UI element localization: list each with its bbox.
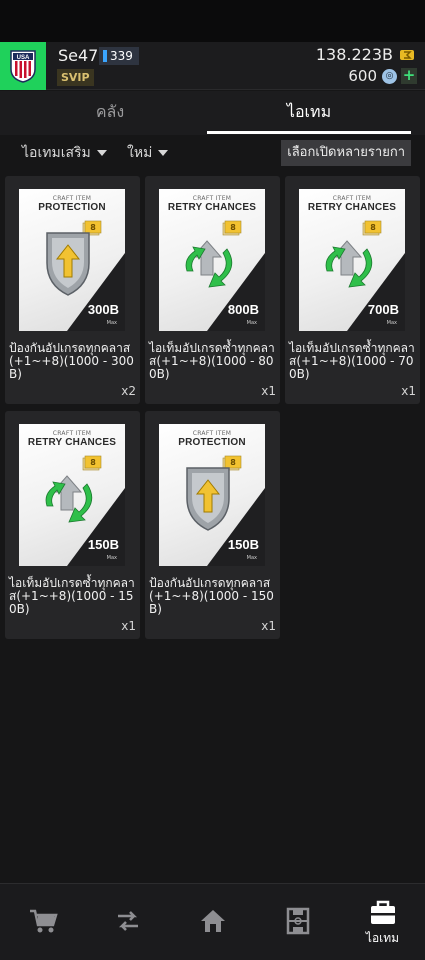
item-name: ป้องกันอัปเกรดทุกคลาส(+1~+8)(1000 - 150B… [149, 576, 274, 616]
tier-label: 8 [370, 223, 376, 232]
card-max-label: Max [246, 320, 257, 326]
caret-down-icon [96, 150, 107, 156]
level-value: 339 [110, 49, 133, 63]
item-card[interactable]: CRAFT ITEM RETRY CHANCES 8 150B Max ไอเท… [5, 411, 140, 639]
item-name: ไอเท็มอัปเกรดซ้ำทุกคลาส(+1~+8)(1000 - 70… [289, 341, 415, 381]
category-dropdown-label: ไอเทมเสริม [22, 145, 91, 161]
item-quantity: x1 [121, 619, 136, 633]
card-craft-label: CRAFT ITEM [52, 195, 92, 202]
add-points-button[interactable]: + [401, 68, 417, 84]
card-value: 800B [227, 302, 259, 317]
points-balance: 600 [348, 67, 377, 85]
card-max-label: Max [106, 320, 117, 326]
item-card[interactable]: CRAFT ITEM PROTECTION 8 300B Max ป้องกัน… [5, 176, 140, 404]
card-craft-label: CRAFT ITEM [332, 195, 372, 202]
card-max-label: Max [386, 320, 397, 326]
bottom-navigation: ไอเทม [0, 883, 425, 960]
item-card[interactable]: CRAFT ITEM RETRY CHANCES 8 700B Max ไอเท… [285, 176, 420, 404]
tier-label: 8 [90, 223, 96, 232]
bag-icon [370, 900, 395, 924]
retry-arrows-icon: 8 [45, 455, 102, 523]
tab-storage[interactable]: คลัง [10, 91, 210, 135]
card-value: 300B [87, 302, 119, 317]
item-card[interactable]: CRAFT ITEM RETRY CHANCES 8 800B Max ไอเท… [145, 176, 280, 404]
item-quantity: x1 [261, 619, 276, 633]
card-title: RETRY CHANCES [167, 202, 257, 213]
craft-card: CRAFT ITEM PROTECTION 8 300B Max [19, 189, 125, 331]
card-craft-label: CRAFT ITEM [192, 430, 232, 437]
card-title: PROTECTION [178, 437, 246, 448]
username: Se47 [58, 46, 99, 65]
status-bar [0, 0, 425, 42]
item-name: ป้องกันอัปเกรดทุกคลาส(+1~+8)(1000 - 300B… [9, 341, 134, 381]
cart-icon [29, 909, 58, 933]
tier-label: 8 [230, 458, 236, 467]
profile-header: USA Se47 339 SVIP 138.223B 600 ◎ + [0, 42, 425, 90]
card-title: RETRY CHANCES [27, 437, 117, 448]
caret-down-icon [158, 150, 169, 156]
item-quantity: x1 [261, 384, 276, 398]
shield-icon: 8 [46, 220, 102, 296]
svg-text:USA: USA [17, 55, 30, 61]
card-craft-label: CRAFT ITEM [192, 195, 232, 202]
craft-card: CRAFT ITEM PROTECTION 8 150B Max [159, 424, 265, 566]
card-craft-label: CRAFT ITEM [52, 430, 92, 437]
team-badge[interactable]: USA [0, 42, 46, 90]
tier-label: 8 [230, 223, 236, 232]
item-name: ไอเท็มอัปเกรดซ้ำทุกคลาส(+1~+8)(1000 - 80… [149, 341, 275, 381]
tab-active-indicator [207, 131, 411, 134]
craft-card: CRAFT ITEM RETRY CHANCES 8 800B Max [159, 189, 265, 331]
item-name: ไอเท็มอัปเกรดซ้ำทุกคลาส(+1~+8)(1000 - 15… [9, 576, 135, 616]
usa-crest-icon: USA [10, 50, 36, 83]
coins-balance: 138.223B [315, 45, 393, 64]
level-badge: 339 [99, 47, 139, 65]
card-max-label: Max [246, 555, 257, 561]
item-card[interactable]: CRAFT ITEM PROTECTION 8 150B Max ป้องกัน… [145, 411, 280, 639]
retry-arrows-icon: 8 [325, 220, 382, 288]
card-max-label: Max [106, 555, 117, 561]
item-quantity: x2 [121, 384, 136, 398]
tab-bar: คลัง ไอเทม [0, 91, 425, 135]
filter-bar: ไอเทมเสริม ใหม่ เลือกเปิดหลายรายกา [0, 135, 425, 171]
item-quantity: x1 [401, 384, 416, 398]
tab-items[interactable]: ไอเทม [209, 91, 409, 135]
card-value: 700B [367, 302, 399, 317]
nav-shop[interactable] [0, 884, 85, 960]
level-bar-icon [103, 50, 107, 62]
multi-open-button[interactable]: เลือกเปิดหลายรายกา [281, 140, 411, 166]
nav-transfer[interactable] [85, 884, 170, 960]
nav-squad[interactable] [255, 884, 340, 960]
bp-coin-icon [400, 50, 414, 60]
tier-label: 8 [90, 458, 96, 467]
card-title: RETRY CHANCES [307, 202, 397, 213]
nav-items-label: ไอเทม [365, 930, 400, 945]
home-icon [200, 910, 225, 932]
category-dropdown[interactable]: ไอเทมเสริม [22, 142, 107, 164]
squad-field-icon [286, 907, 309, 935]
sort-dropdown-label: ใหม่ [127, 145, 153, 161]
retry-arrows-icon: 8 [185, 220, 242, 288]
card-title: PROTECTION [38, 202, 106, 213]
shield-icon: 8 [186, 455, 242, 531]
card-value: 150B [227, 537, 259, 552]
nav-home[interactable] [170, 884, 255, 960]
svip-badge: SVIP [57, 69, 94, 86]
points-coin-icon: ◎ [382, 69, 397, 84]
craft-card: CRAFT ITEM RETRY CHANCES 8 150B Max [19, 424, 125, 566]
craft-card: CRAFT ITEM RETRY CHANCES 8 700B Max [299, 189, 405, 331]
card-value: 150B [87, 537, 119, 552]
nav-items[interactable]: ไอเทม [340, 884, 425, 960]
transfer-icon [117, 911, 138, 931]
sort-dropdown[interactable]: ใหม่ [127, 142, 169, 164]
